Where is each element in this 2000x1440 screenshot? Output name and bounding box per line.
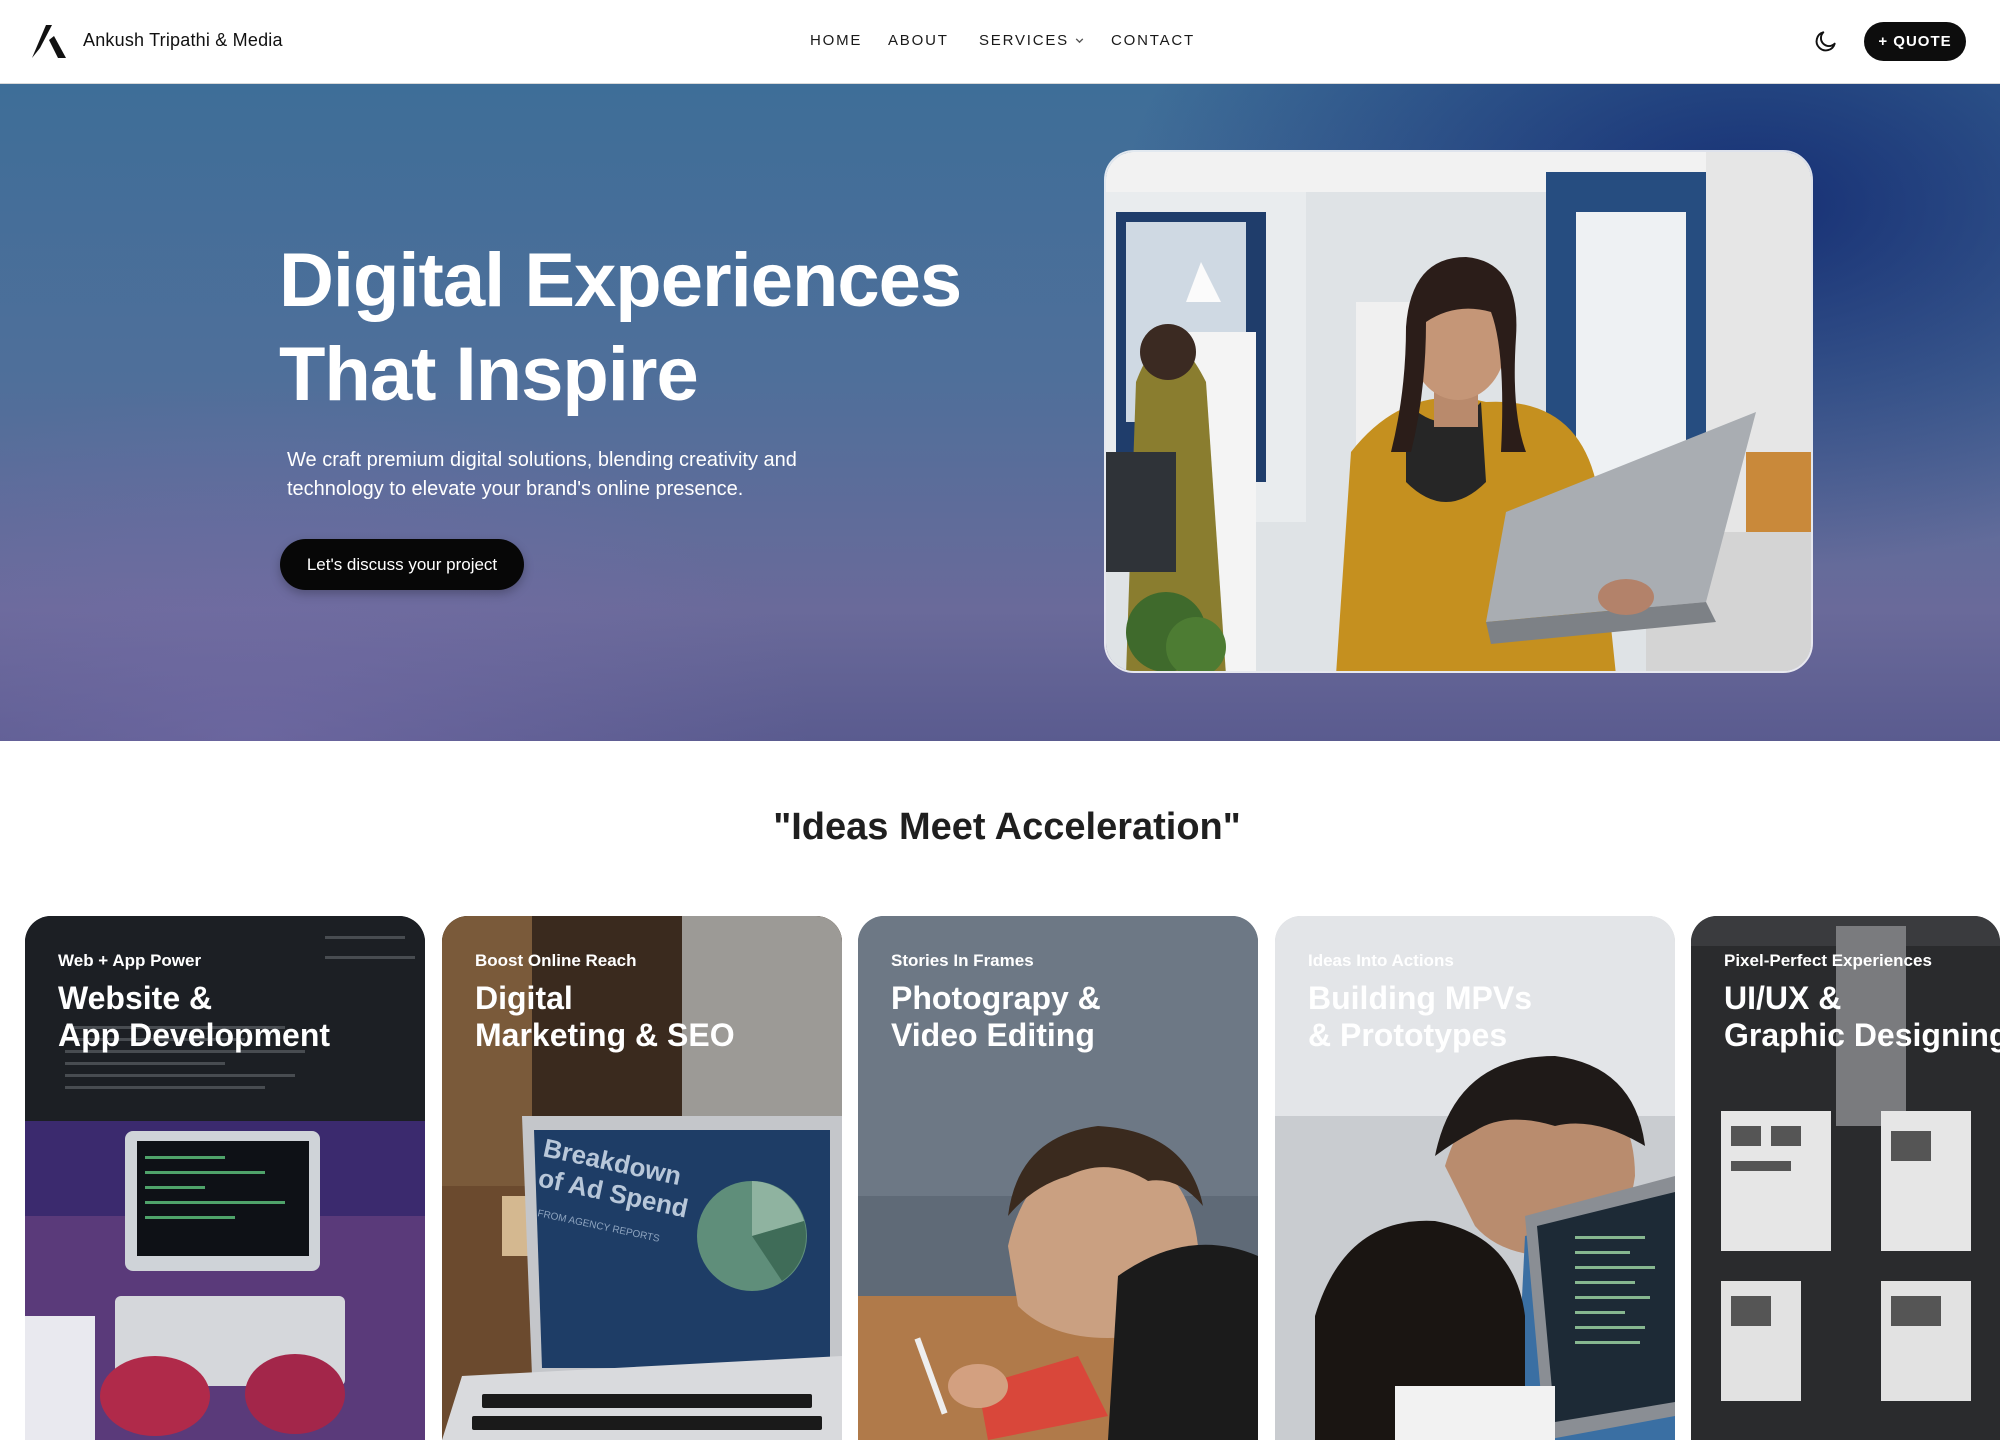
card-title: Photograpy & Video Editing — [891, 980, 1101, 1054]
hero-title-line-2: That Inspire — [279, 332, 699, 417]
card-title-line-2: Video Editing — [891, 1017, 1095, 1053]
card-kicker: Web + App Power — [58, 951, 202, 970]
service-card-web-app[interactable]: Web + App Power Website & App Developmen… — [25, 916, 425, 1440]
card-kicker: Ideas Into Actions — [1308, 951, 1454, 970]
nav-services[interactable]: SERVICES — [979, 32, 1085, 49]
card-title: UI/UX & Graphic Designing — [1724, 980, 2000, 1054]
card-title-line-1: Photograpy & — [891, 980, 1101, 1016]
hero-image — [1104, 150, 1813, 673]
moon-icon[interactable] — [1813, 28, 1839, 54]
nav-contact[interactable]: CONTACT — [1111, 32, 1195, 49]
hero-section: Digital Experiences That Inspire We craf… — [0, 84, 2000, 741]
card-title-line-2: & Prototypes — [1308, 1017, 1508, 1053]
hero-title: Digital Experiences That Inspire — [279, 234, 962, 422]
brand-logo-icon[interactable] — [30, 22, 68, 60]
chevron-down-icon — [1075, 38, 1084, 44]
card-kicker: Boost Online Reach — [475, 951, 637, 970]
service-card-photography[interactable]: Stories In Frames Photograpy & Video Edi… — [858, 916, 1258, 1440]
card-title-line-2: Graphic Designing — [1724, 1017, 2000, 1053]
service-card-prototypes[interactable]: Ideas Into Actions Building MPVs & Proto… — [1275, 916, 1675, 1440]
card-title-line-1: Website & — [58, 980, 213, 1016]
section-title: "Ideas Meet Acceleration" — [773, 806, 1241, 848]
discuss-project-button[interactable]: Let's discuss your project — [280, 539, 524, 590]
nav-home[interactable]: HOME — [810, 32, 862, 49]
quote-button[interactable]: + QUOTE — [1864, 22, 1966, 61]
card-title-line-1: UI/UX & — [1724, 980, 1842, 1016]
service-card-marketing[interactable]: Breakdown of Ad Spend FROM AGENCY REPORT… — [442, 916, 842, 1440]
nav-about[interactable]: ABOUT — [888, 32, 949, 49]
card-kicker: Pixel-Perfect Experiences — [1724, 951, 1932, 970]
card-title-line-1: Building MPVs — [1308, 980, 1532, 1016]
service-card-uiux[interactable]: Pixel-Perfect Experiences UI/UX & Graphi… — [1691, 916, 2000, 1440]
card-title-line-2: App Development — [58, 1017, 331, 1053]
card-title: Building MPVs & Prototypes — [1308, 980, 1532, 1054]
brand-name[interactable]: Ankush Tripathi & Media — [83, 30, 283, 51]
site-header: Ankush Tripathi & Media HOME ABOUT SERVI… — [0, 0, 2000, 84]
card-title-line-2: Marketing & SEO — [475, 1017, 735, 1053]
card-title-line-1: Digital — [475, 980, 573, 1016]
nav-services-label: SERVICES — [979, 32, 1069, 49]
card-title: Digital Marketing & SEO — [475, 980, 735, 1054]
hero-title-line-1: Digital Experiences — [279, 238, 962, 323]
card-kicker: Stories In Frames — [891, 951, 1034, 970]
card-title: Website & App Development — [58, 980, 330, 1054]
hero-subtitle: We craft premium digital solutions, blen… — [287, 449, 797, 500]
